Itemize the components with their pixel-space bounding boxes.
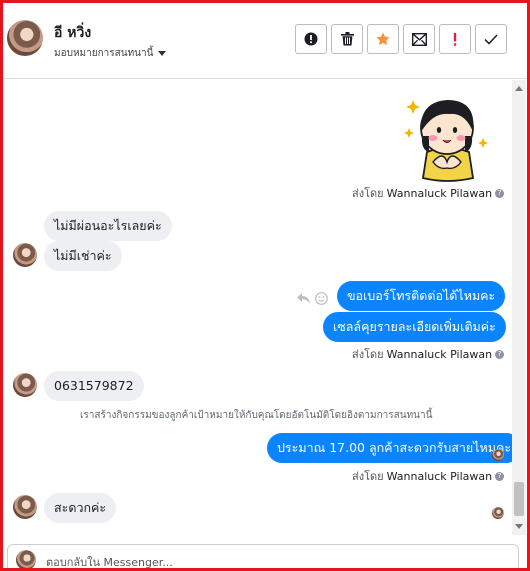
conversation-header: อี หวิ่ง มอบหมายการสนทนานี้: [3, 3, 527, 79]
contact-avatar-small: [13, 495, 37, 519]
sent-by-label: ส่งโดย Wannaluck Pilawan ?: [352, 345, 505, 363]
reply-icon[interactable]: [297, 293, 310, 304]
scroll-up-arrow-icon[interactable]: [515, 86, 523, 91]
read-receipt-avatar: [492, 449, 504, 461]
incoming-message[interactable]: ไม่มีเช่าค่ะ: [44, 241, 122, 271]
star-button[interactable]: [367, 24, 399, 54]
system-notice: เราสร้างกิจกรรมของลูกค้าเป้าหมายให้กับคุ…: [80, 410, 433, 421]
priority-button[interactable]: [439, 24, 471, 54]
sent-by-label: ส่งโดย Wannaluck Pilawan ?: [352, 184, 505, 202]
sticker-cartoon-girl[interactable]: [399, 92, 491, 182]
reply-input[interactable]: [46, 554, 476, 568]
caret-down-icon: [158, 51, 167, 56]
incoming-message[interactable]: ไม่มีผ่อนอะไรเลยค่ะ: [44, 211, 172, 241]
trash-icon: [340, 32, 354, 46]
info-icon: [304, 32, 318, 46]
page-avatar: [16, 550, 36, 568]
reply-composer: [7, 544, 519, 568]
sender-name: Wannaluck Pilawan: [386, 347, 493, 361]
help-icon[interactable]: ?: [495, 471, 505, 481]
help-icon[interactable]: ?: [495, 188, 505, 198]
outgoing-message[interactable]: ประมาณ 17.00 ลูกค้าสะดวกรับสายไหมคะ: [267, 433, 522, 463]
mark-unread-button[interactable]: [403, 24, 435, 54]
react-icon[interactable]: [315, 292, 328, 305]
conversation-toolbar: [295, 24, 507, 54]
star-icon: [376, 32, 390, 45]
incoming-message[interactable]: สะดวกค่ะ: [44, 493, 117, 523]
sent-by-label: ส่งโดย Wannaluck Pilawan ?: [352, 467, 505, 485]
help-icon[interactable]: ?: [495, 349, 505, 359]
contact-avatar-small: [13, 373, 37, 397]
assign-conversation-label: มอบหมายการสนทนานี้: [54, 48, 154, 59]
contact-avatar[interactable]: [7, 20, 43, 56]
sender-name: Wannaluck Pilawan: [386, 469, 493, 483]
chat-scrollbar[interactable]: [512, 80, 526, 535]
info-button[interactable]: [295, 24, 327, 54]
outgoing-message[interactable]: ขอเบอร์โทรติดต่อได้ไหมคะ: [337, 281, 506, 311]
message-thread: ส่งโดย Wannaluck Pilawan ? ไม่มีผ่อนอะไร…: [3, 80, 522, 535]
sender-name: Wannaluck Pilawan: [386, 186, 493, 200]
contact-avatar-small: [13, 243, 37, 267]
contact-name[interactable]: อี หวิ่ง: [54, 22, 91, 44]
check-icon: [484, 33, 498, 45]
mark-done-button[interactable]: [475, 24, 507, 54]
delete-button[interactable]: [331, 24, 363, 54]
outgoing-message[interactable]: เซลล์คุยรายละเอียดเพิ่มเติมค่ะ: [323, 312, 506, 342]
incoming-message[interactable]: 0631579872: [44, 371, 144, 401]
scroll-down-arrow-icon[interactable]: [515, 524, 523, 529]
priority-icon: [453, 32, 457, 46]
conversation-panel: อี หวิ่ง มอบหมายการสนทนานี้ ส่งโดย Wanna…: [0, 0, 530, 571]
scrollbar-thumb[interactable]: [514, 482, 524, 516]
assign-conversation-dropdown[interactable]: มอบหมายการสนทนานี้: [54, 46, 167, 61]
mark-unread-icon: [411, 32, 427, 46]
read-receipt-avatar: [492, 507, 504, 519]
